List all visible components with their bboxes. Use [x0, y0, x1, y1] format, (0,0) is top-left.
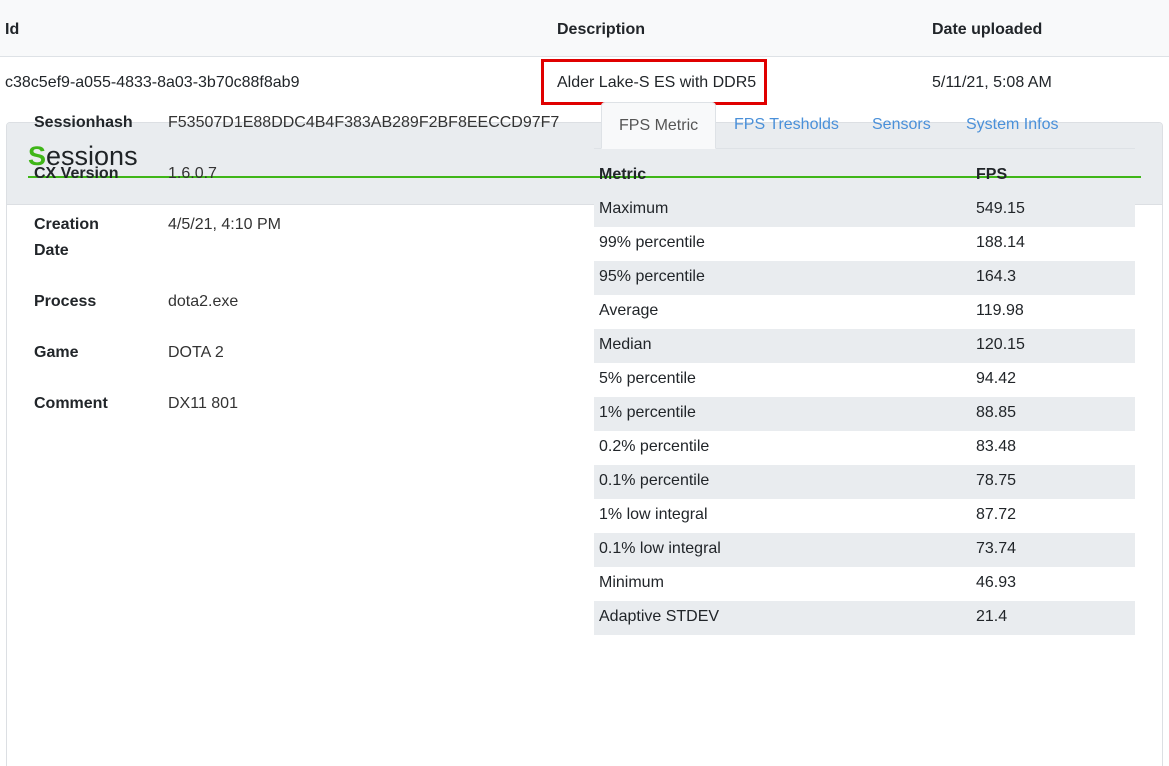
- info-label: Game: [34, 344, 79, 361]
- info-label: Creation Date: [34, 216, 99, 259]
- session-tabs: FPS Metric FPS Tresholds Sensors System …: [594, 102, 1135, 149]
- upload-description: Alder Lake-S ES with DDR5: [557, 74, 757, 91]
- header-id: Id: [5, 21, 20, 38]
- header-fps: FPS: [976, 166, 1008, 183]
- table-row: 99% percentile 188.14: [594, 227, 1135, 261]
- metric-fps: 87.72: [976, 506, 1017, 523]
- metric-fps: 120.15: [976, 336, 1025, 353]
- table-row: Median 120.15: [594, 329, 1135, 363]
- info-value: 4/5/21, 4:10 PM: [168, 216, 281, 233]
- table-row: Maximum 549.15: [594, 193, 1135, 227]
- metric-fps: 83.48: [976, 438, 1017, 455]
- metric-name: 5% percentile: [599, 370, 696, 387]
- info-value: DX11 801: [168, 395, 238, 412]
- info-label: Comment: [34, 395, 108, 412]
- info-label: Sessionhash: [34, 114, 133, 131]
- tab-fps-metric[interactable]: FPS Metric: [601, 102, 717, 149]
- metric-fps: 94.42: [976, 370, 1017, 387]
- tab-system-infos[interactable]: System Infos: [966, 102, 1058, 149]
- metric-name: Minimum: [599, 574, 664, 591]
- table-row: 1% low integral 87.72: [594, 499, 1135, 533]
- info-value: DOTA 2: [168, 344, 224, 361]
- metric-name: Median: [599, 336, 652, 353]
- metric-name: Average: [599, 302, 659, 319]
- metric-name: 1% percentile: [599, 404, 696, 421]
- upload-id: c38c5ef9-a055-4833-8a03-3b70c88f8ab9: [5, 74, 300, 91]
- metric-name: 1% low integral: [599, 506, 708, 523]
- table-row: 0.1% percentile 78.75: [594, 465, 1135, 499]
- metric-name: 0.2% percentile: [599, 438, 710, 455]
- table-row: 0.1% low integral 73.74: [594, 533, 1135, 567]
- table-row: Minimum 46.93: [594, 567, 1135, 601]
- table-row: 1% percentile 88.85: [594, 397, 1135, 431]
- info-label: Process: [34, 293, 97, 310]
- metric-name: 0.1% percentile: [599, 472, 710, 489]
- table-row: 95% percentile 164.3: [594, 261, 1135, 295]
- metric-fps: 119.98: [976, 302, 1024, 319]
- metric-name: 99% percentile: [599, 234, 705, 251]
- metric-fps: 549.15: [976, 200, 1025, 217]
- metric-name: Maximum: [599, 200, 669, 217]
- tab-fps-tresholds[interactable]: FPS Tresholds: [734, 102, 839, 149]
- header-metric: Metric: [599, 166, 647, 183]
- table-row: Average 119.98: [594, 295, 1135, 329]
- metric-table-header: Metric FPS: [594, 157, 1135, 193]
- header-description: Description: [557, 21, 646, 38]
- metric-fps: 73.74: [976, 540, 1017, 557]
- metric-name: Adaptive STDEV: [599, 608, 720, 625]
- upload-date: 5/11/21, 5:08 AM: [932, 74, 1052, 91]
- table-row: 5% percentile 94.42: [594, 363, 1135, 397]
- fps-metric-table: Metric FPS Maximum 549.15 99% percentile 1…: [594, 157, 1135, 635]
- uploads-table-header: Id Description Date uploaded: [0, 0, 1169, 57]
- info-value: dota2.exe: [168, 293, 239, 310]
- metric-name: 0.1% low integral: [599, 540, 721, 557]
- metric-fps: 164.3: [976, 268, 1017, 285]
- table-row: Adaptive STDEV 21.4: [594, 601, 1135, 635]
- metric-fps: 21.4: [976, 608, 1008, 625]
- table-row: 0.2% percentile 83.48: [594, 431, 1135, 465]
- info-label: CX Version: [34, 165, 119, 182]
- header-date-uploaded: Date uploaded: [932, 21, 1043, 38]
- metric-fps: 188.14: [976, 234, 1025, 251]
- metric-fps: 46.93: [976, 574, 1017, 591]
- metric-fps: 88.85: [976, 404, 1017, 421]
- metric-fps: 78.75: [976, 472, 1017, 489]
- info-value: F53507D1E88DDC4B4F383AB289F2BF8EECCD97F7: [168, 114, 560, 131]
- info-value: 1.6.0.7: [168, 165, 217, 182]
- tab-sensors[interactable]: Sensors: [872, 102, 931, 149]
- metric-name: 95% percentile: [599, 268, 705, 285]
